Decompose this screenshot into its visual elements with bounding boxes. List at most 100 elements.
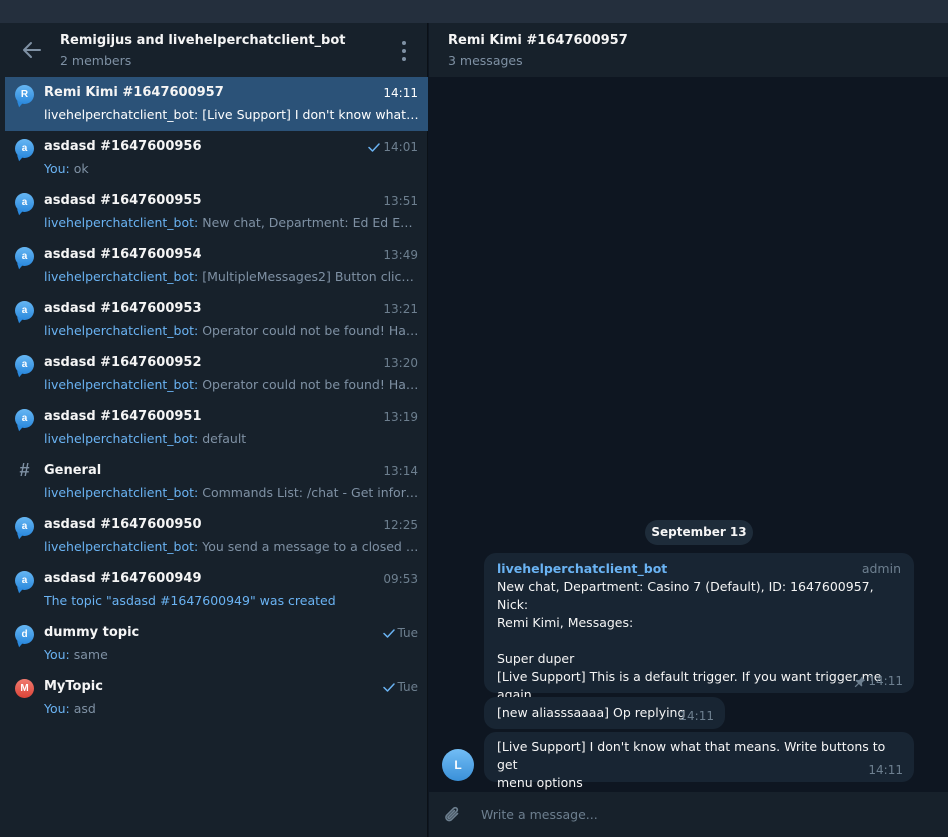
topic-name: General <box>44 463 102 478</box>
more-options-icon[interactable] <box>396 41 412 61</box>
topic-name: MyTopic <box>44 679 103 694</box>
topic-preview-sender: livehelperchatclient_bot: <box>44 269 199 284</box>
topic-item[interactable]: a asdasd #1647600953 13:21 livehelpercha… <box>5 293 428 347</box>
topic-preview: livehelperchatclient_bot: You send a mes… <box>44 539 419 554</box>
chat-header[interactable]: Remi Kimi #1647600957 3 messages <box>429 23 948 77</box>
topic-avatar: a <box>15 571 34 590</box>
topic-name: dummy topic <box>44 625 140 640</box>
topic-name: Remi Kimi #1647600957 <box>44 85 224 100</box>
topic-avatar: a <box>15 247 34 266</box>
sender-avatar[interactable]: L <box>442 749 474 781</box>
topic-time: 12:25 <box>383 518 418 532</box>
message-time: 14:11 <box>868 763 903 777</box>
message-author-role: admin <box>861 561 901 576</box>
attach-paperclip-icon[interactable] <box>442 804 462 826</box>
topic-time: 09:53 <box>383 572 418 586</box>
topic-preview-text: ok <box>69 161 89 176</box>
topic-preview-text: same <box>69 647 108 662</box>
topic-avatar: M <box>15 679 34 698</box>
topic-name: asdasd #1647600955 <box>44 193 202 208</box>
topic-avatar: a <box>15 517 34 536</box>
window-top-bar <box>0 0 948 23</box>
topic-preview-sender: You: <box>44 701 70 716</box>
topic-item[interactable]: # General 13:14 livehelperchatclient_bot… <box>5 455 428 509</box>
topic-item[interactable]: d dummy topic Tue You: same <box>5 617 428 671</box>
topic-item[interactable]: R Remi Kimi #1647600957 14:11 livehelper… <box>5 77 428 131</box>
topic-preview-text: Operator could not be found! Have a nice… <box>202 377 419 392</box>
group-title: Remigijus and livehelperchatclient_bot <box>60 33 346 48</box>
topic-preview-text: You send a message to a closed chat! <box>198 539 419 554</box>
topic-item[interactable]: a asdasd #1647600951 13:19 livehelpercha… <box>5 401 428 455</box>
message-author[interactable]: livehelperchatclient_bot <box>497 560 667 578</box>
message-bubble[interactable]: [Live Support] I don't know what that me… <box>484 732 914 790</box>
topic-preview-text: Commands List: /chat - Get information a… <box>202 485 419 500</box>
topic-time-text: 13:49 <box>383 248 418 262</box>
topic-name: asdasd #1647600949 <box>44 571 202 586</box>
topic-preview-sender: livehelperchatclient_bot: <box>44 431 199 446</box>
message-bubble[interactable]: [new aliasssaaaa] Op replying 14:11 <box>484 697 725 729</box>
topic-time: Tue <box>382 626 419 640</box>
topic-time-text: 13:20 <box>383 356 418 370</box>
message-input[interactable]: Write a message... <box>481 807 598 822</box>
topic-item[interactable]: a asdasd #1647600954 13:49 livehelpercha… <box>5 239 428 293</box>
topic-avatar: a <box>15 355 34 374</box>
topic-name: asdasd #1647600952 <box>44 355 202 370</box>
topic-preview-sender: livehelperchatclient_bot: <box>44 323 199 338</box>
topic-preview: livehelperchatclient_bot: [Live Support]… <box>44 107 419 122</box>
topic-item[interactable]: a asdasd #1647600956 14:01 You: ok <box>5 131 428 185</box>
topic-preview: You: same <box>44 647 419 662</box>
topic-preview-text: The topic "asdasd #1647600949" was creat… <box>44 593 336 608</box>
message-text: [Live Support] I don't know what that me… <box>497 739 886 790</box>
topic-preview-sender: livehelperchatclient_bot: <box>44 485 199 500</box>
topic-time-text: Tue <box>397 626 419 640</box>
topics-sidebar: Remigijus and livehelperchatclient_bot 2… <box>0 23 428 837</box>
topic-time: 13:51 <box>383 194 418 208</box>
topic-preview-sender: livehelperchatclient_bot: <box>44 539 199 554</box>
topic-preview: You: asd <box>44 701 419 716</box>
topic-item[interactable]: a asdasd #1647600952 13:20 livehelpercha… <box>5 347 428 401</box>
message-time: 14:11 <box>868 674 903 688</box>
topic-time-text: 14:01 <box>383 140 418 154</box>
topic-name: asdasd #1647600954 <box>44 247 202 262</box>
group-header: Remigijus and livehelperchatclient_bot 2… <box>0 23 427 77</box>
topic-list: R Remi Kimi #1647600957 14:11 livehelper… <box>5 77 428 725</box>
chat-message-count: 3 messages <box>448 53 523 68</box>
topic-avatar: a <box>15 193 34 212</box>
topic-avatar: d <box>15 625 34 644</box>
topic-avatar: R <box>15 85 34 104</box>
topic-preview-sender: livehelperchatclient_bot: <box>44 215 199 230</box>
topic-preview: livehelperchatclient_bot: Commands List:… <box>44 485 419 500</box>
topic-avatar: # <box>19 460 30 480</box>
topic-time: 13:20 <box>383 356 418 370</box>
topic-preview-text: asd <box>69 701 96 716</box>
message-time: 14:11 <box>679 709 714 723</box>
topic-avatar: a <box>15 409 34 428</box>
date-separator: September 13 <box>645 520 753 545</box>
read-check-icon <box>382 682 395 692</box>
group-member-count: 2 members <box>60 53 132 68</box>
topic-preview: livehelperchatclient_bot: New chat, Depa… <box>44 215 419 230</box>
topic-preview-text: default <box>198 431 247 446</box>
message-bubble[interactable]: livehelperchatclient_bot admin New chat,… <box>484 553 914 720</box>
topic-preview-text: [MultipleMessages2] Button clicked again <box>202 269 419 284</box>
topic-time-text: 14:11 <box>383 86 418 100</box>
topic-time-text: 13:19 <box>383 410 418 424</box>
back-arrow-icon[interactable] <box>21 39 43 61</box>
topic-preview: livehelperchatclient_bot: default <box>44 431 419 446</box>
topic-time: 14:01 <box>368 140 418 154</box>
topic-avatar: a <box>15 139 34 158</box>
topic-item[interactable]: a asdasd #1647600955 13:51 livehelpercha… <box>5 185 428 239</box>
topic-time-text: 13:14 <box>383 464 418 478</box>
topic-name: asdasd #1647600950 <box>44 517 202 532</box>
topic-item[interactable]: a asdasd #1647600950 12:25 livehelpercha… <box>5 509 428 563</box>
topic-name: asdasd #1647600956 <box>44 139 202 154</box>
topic-time: 14:11 <box>383 86 418 100</box>
topic-time: 13:19 <box>383 410 418 424</box>
topic-time: 13:21 <box>383 302 418 316</box>
message-text: [new aliasssaaaa] Op replying <box>497 705 686 720</box>
topic-item[interactable]: a asdasd #1647600949 09:53 The topic "as… <box>5 563 428 617</box>
topic-time-text: 12:25 <box>383 518 418 532</box>
topic-time-text: 13:51 <box>383 194 418 208</box>
topic-preview: livehelperchatclient_bot: Operator could… <box>44 377 419 392</box>
topic-item[interactable]: M MyTopic Tue You: asd <box>5 671 428 725</box>
